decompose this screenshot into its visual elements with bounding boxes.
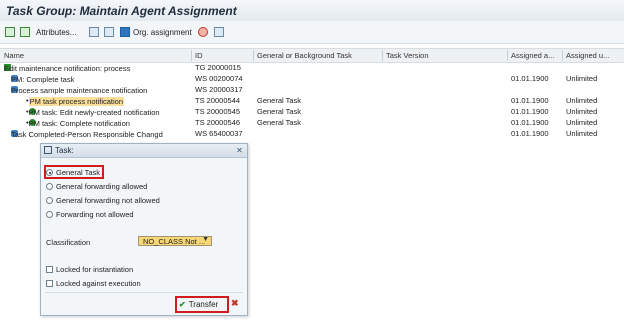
toolbar: Attributes... Org. assignment xyxy=(0,21,624,44)
radio-icon xyxy=(46,211,53,218)
radio-forwarding-not-allowed[interactable]: Forwarding not allowed xyxy=(46,210,134,219)
col-assigned-a[interactable]: Assigned a... xyxy=(511,51,554,60)
radio-icon xyxy=(46,169,53,176)
col-version[interactable]: Task Version xyxy=(386,51,429,60)
dialog-icon xyxy=(44,146,52,154)
attributes-button[interactable]: Attributes... xyxy=(36,25,76,39)
transfer-button[interactable]: ✔ Transfer xyxy=(179,298,239,311)
col-assigned-u[interactable]: Assigned u... xyxy=(566,51,609,60)
radio-icon xyxy=(46,183,53,190)
globe-icon[interactable] xyxy=(198,25,208,39)
classification-select[interactable]: NO_CLASS Not ... ▼ xyxy=(138,236,212,246)
table-row[interactable]: • PM task process notification TS 200005… xyxy=(0,95,624,106)
org-assignment-label: Org. assignment xyxy=(133,27,192,37)
col-id[interactable]: ID xyxy=(195,51,203,60)
expand-icon[interactable] xyxy=(5,25,15,39)
column-header: Name ID General or Background Task Task … xyxy=(0,48,624,63)
chevron-down-icon: ▼ xyxy=(202,236,209,243)
table-row[interactable]: ▾ Edit maintenance notification: process… xyxy=(0,62,624,73)
dialog-title: Task: xyxy=(55,146,74,155)
table-row[interactable]: • PM task: Complete notification TS 2000… xyxy=(0,117,624,128)
checkmark-icon: ✔ xyxy=(179,300,186,309)
divider xyxy=(45,292,243,293)
dialog-header: Task: ✕ xyxy=(41,144,247,158)
locked-instantiation-checkbox[interactable]: Locked for instantiation xyxy=(46,265,133,274)
list-view-icon[interactable] xyxy=(104,25,114,39)
cancel-icon[interactable]: ✖ xyxy=(231,298,239,309)
attributes-label: Attributes... xyxy=(36,27,77,37)
table-view-icon[interactable] xyxy=(89,25,99,39)
collapse-icon[interactable] xyxy=(20,25,30,39)
locked-execution-checkbox[interactable]: Locked against execution xyxy=(46,279,141,288)
radio-general-forwarding-not-allowed[interactable]: General forwarding not allowed xyxy=(46,196,160,205)
table-row[interactable]: ▸ Task Completed-Person Responsible Chan… xyxy=(0,128,624,139)
checkbox-icon xyxy=(46,280,53,287)
col-task-type[interactable]: General or Background Task xyxy=(257,51,352,60)
page-title: Task Group: Maintain Agent Assignment xyxy=(6,4,237,18)
radio-general-forwarding-allowed[interactable]: General forwarding allowed xyxy=(46,182,147,191)
classification-label: Classification xyxy=(46,238,91,247)
radio-icon xyxy=(46,197,53,204)
col-name[interactable]: Name xyxy=(4,51,24,60)
task-dialog: Task: ✕ General Task General forwarding … xyxy=(40,143,248,316)
org-assignment-button[interactable]: Org. assignment xyxy=(120,25,192,39)
title-bar: Task Group: Maintain Agent Assignment xyxy=(0,0,624,22)
table-row[interactable]: ▸ PM: Complete task WS 00200074 01.01.19… xyxy=(0,73,624,84)
radio-general-task[interactable]: General Task xyxy=(46,168,100,177)
info-icon xyxy=(120,27,130,37)
checkbox-icon xyxy=(46,266,53,273)
table-row[interactable]: ▾ Process sample maintenance notificatio… xyxy=(0,84,624,95)
close-icon[interactable]: ✕ xyxy=(235,146,244,155)
table-row[interactable]: • PM task: Edit newly-created notificati… xyxy=(0,106,624,117)
settings-icon[interactable] xyxy=(214,25,224,39)
